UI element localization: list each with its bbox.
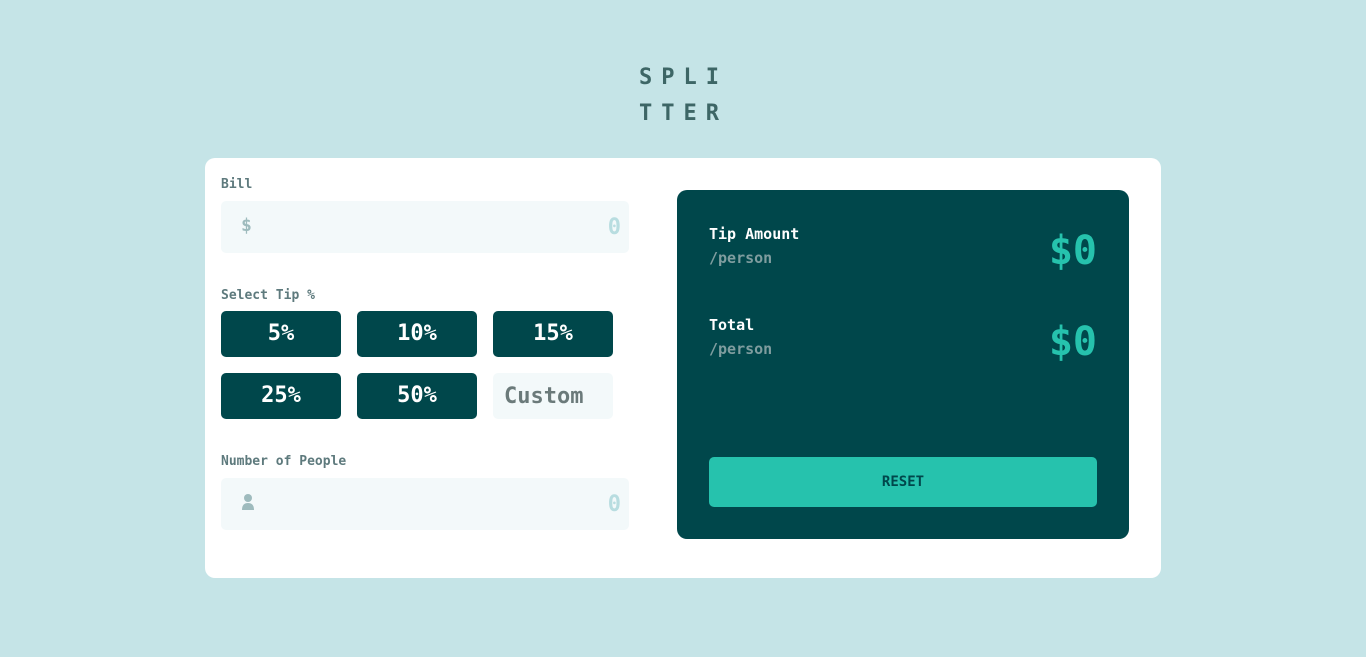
tip-50-button[interactable]: 50%	[357, 373, 477, 419]
people-label: Number of People	[221, 454, 347, 469]
bill-input[interactable]	[321, 213, 621, 241]
app-logo: SPLI TTER	[639, 60, 739, 132]
calculator-card: Bill $ Select Tip % 5% 10% 15% 25% 50% N…	[205, 158, 1161, 578]
tip-amount-value: $0	[1048, 228, 1097, 274]
people-input-box[interactable]	[221, 478, 629, 530]
logo-line-1: SPLI	[639, 65, 728, 90]
person-icon	[241, 493, 255, 516]
tip-15-button[interactable]: 15%	[493, 311, 613, 357]
tip-amount-per-person: /person	[709, 249, 773, 267]
bill-input-box[interactable]: $	[221, 201, 629, 253]
select-tip-label: Select Tip %	[221, 288, 315, 303]
reset-button[interactable]: RESET	[709, 457, 1097, 507]
tip-5-button[interactable]: 5%	[221, 311, 341, 357]
bill-label: Bill	[221, 177, 253, 192]
people-input[interactable]	[321, 490, 621, 518]
logo-line-2: TTER	[639, 101, 728, 126]
tip-10-button[interactable]: 10%	[357, 311, 477, 357]
results-panel: Tip Amount /person $0 Total /person $0 R…	[677, 190, 1129, 539]
tip-custom-input[interactable]	[493, 373, 613, 419]
dollar-icon: $	[241, 215, 252, 236]
total-value: $0	[1048, 319, 1097, 365]
total-per-person: /person	[709, 340, 773, 358]
tip-25-button[interactable]: 25%	[221, 373, 341, 419]
tip-amount-title: Tip Amount	[709, 225, 800, 243]
total-title: Total	[709, 316, 755, 334]
